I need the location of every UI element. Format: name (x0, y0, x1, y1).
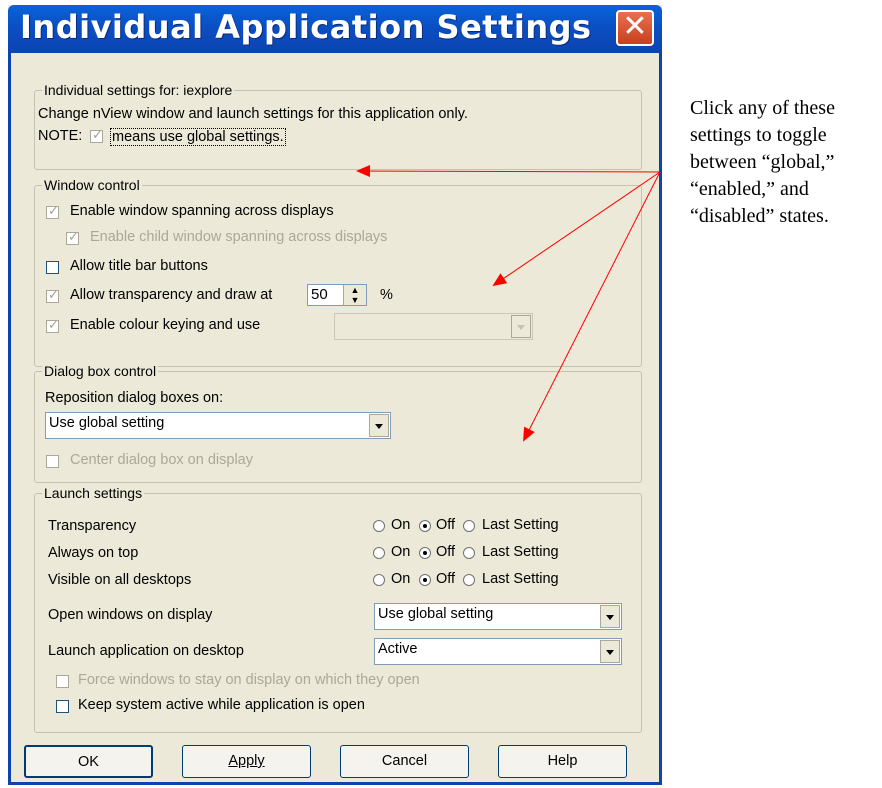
annotation-arrows (356, 165, 661, 442)
arrow-to-dialog-control (523, 171, 661, 442)
arrow-to-window-control (492, 171, 661, 287)
arrow-to-note (356, 165, 661, 178)
